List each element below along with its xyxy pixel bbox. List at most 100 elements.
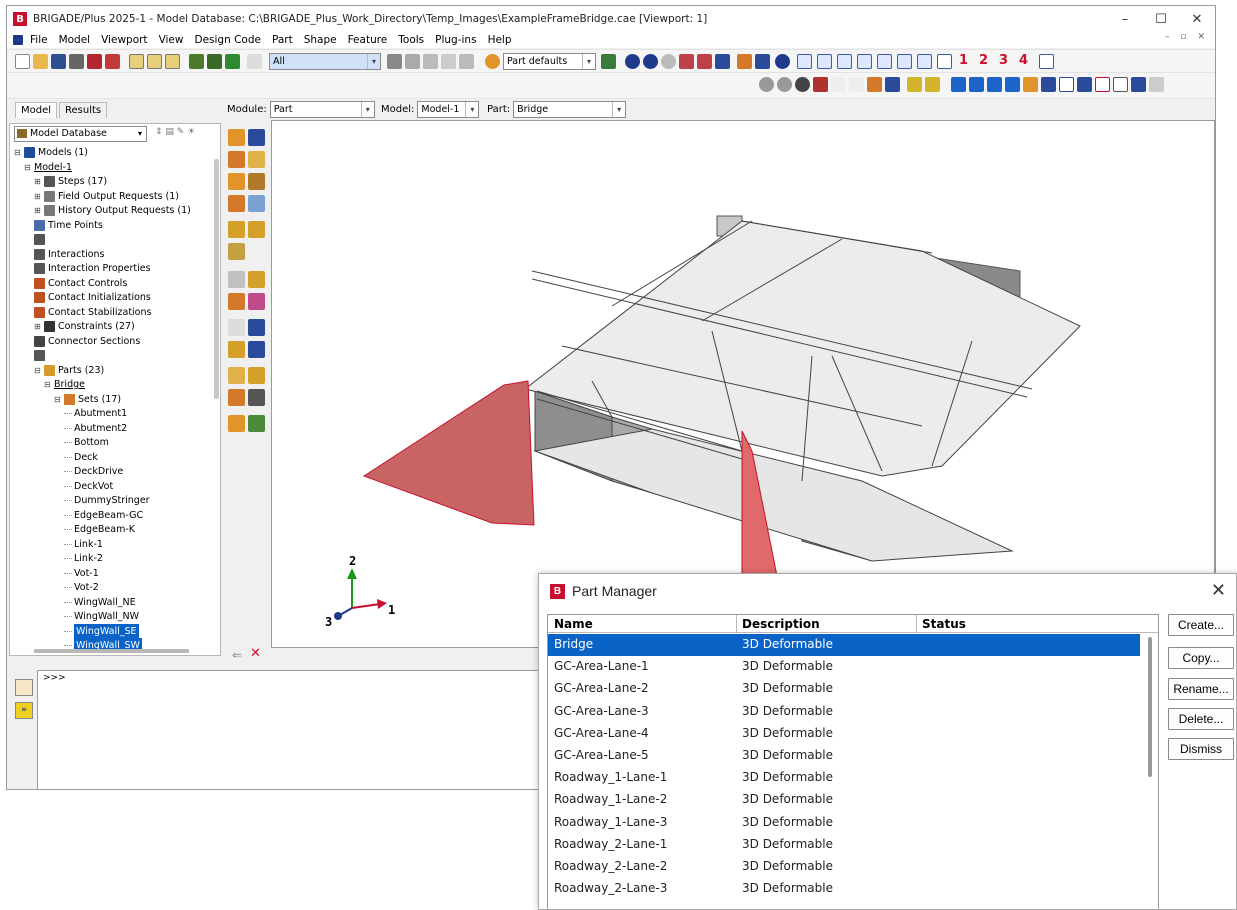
tree-item[interactable]: ⊟ Sets (17) xyxy=(54,392,121,407)
tree-item[interactable]: Link-2 xyxy=(64,551,103,566)
print-icon[interactable] xyxy=(69,54,84,69)
xyz-point-icon[interactable] xyxy=(228,319,245,336)
expand-icon[interactable]: ⊞ xyxy=(34,203,42,218)
render-hidden-icon[interactable] xyxy=(207,54,222,69)
visibility-icon[interactable] xyxy=(759,77,774,92)
table-row[interactable]: Roadway_2-Lane-3 3D Deformable xyxy=(548,878,1140,900)
tree-item[interactable]: Time Points xyxy=(34,218,103,233)
tree-item[interactable] xyxy=(34,348,48,363)
render-style-dropdown[interactable]: Part defaults ▾ xyxy=(503,53,596,70)
point-icon[interactable] xyxy=(228,271,245,288)
view-right-icon[interactable] xyxy=(897,54,912,69)
select-box-icon[interactable] xyxy=(405,54,420,69)
export-icon[interactable] xyxy=(87,54,102,69)
tree-item[interactable]: ⊞ History Output Requests (1) xyxy=(34,203,191,218)
table-row[interactable]: Roadway_1-Lane-2 3D Deformable xyxy=(548,789,1140,811)
tree-item[interactable]: ⊟ Bridge xyxy=(44,377,85,392)
menu-tools[interactable]: Tools xyxy=(398,34,424,46)
datum-3-icon[interactable] xyxy=(228,341,245,358)
tree-item[interactable]: Interactions xyxy=(34,247,105,262)
menu-file[interactable]: File xyxy=(30,34,48,46)
cut-extrude-icon[interactable] xyxy=(248,173,265,190)
tree-item[interactable]: DummyStringer xyxy=(64,493,150,508)
new-file-icon[interactable] xyxy=(15,54,30,69)
tools-icon[interactable] xyxy=(248,389,265,406)
tree-horizontal-scrollbar[interactable] xyxy=(34,649,189,653)
create-button[interactable]: Create... xyxy=(1168,614,1234,636)
datum-4-icon[interactable] xyxy=(248,341,265,358)
view-1-button[interactable]: 1 xyxy=(959,53,968,68)
tree-item[interactable]: ⊞ Constraints (27) xyxy=(34,319,135,334)
col-description-header[interactable]: Description xyxy=(742,617,820,631)
table-row[interactable]: GC-Area-Lane-3 3D Deformable xyxy=(548,701,1140,723)
datum-2-icon[interactable] xyxy=(248,221,265,238)
view-3-button[interactable]: 3 xyxy=(999,53,1008,68)
render-shaded-icon[interactable] xyxy=(225,54,240,69)
table-row[interactable]: GC-Area-Lane-4 3D Deformable xyxy=(548,723,1140,745)
close-window-button[interactable]: ✕ xyxy=(1179,6,1215,32)
edit-feature-icon[interactable] xyxy=(228,367,245,384)
collapse-icon[interactable]: ⊟ xyxy=(24,160,32,175)
tree-item[interactable]: DeckDrive xyxy=(64,464,123,479)
minimize-button[interactable]: – xyxy=(1107,6,1143,32)
table-scrollbar[interactable] xyxy=(1148,637,1152,777)
collapse-icon[interactable]: ⊟ xyxy=(34,363,42,378)
tree-item[interactable]: Abutment2 xyxy=(64,421,127,436)
view-bottom-icon[interactable] xyxy=(857,54,872,69)
partition-icon[interactable] xyxy=(248,195,265,212)
expand-icon[interactable]: ⊞ xyxy=(34,174,42,189)
view-4-button[interactable]: 4 xyxy=(1019,53,1028,68)
table-row[interactable]: Roadway_2-Lane-2 3D Deformable xyxy=(548,856,1140,878)
magnify-icon[interactable] xyxy=(661,54,676,69)
import-icon[interactable] xyxy=(105,54,120,69)
tree-item[interactable]: ⊞ Field Output Requests (1) xyxy=(34,189,179,204)
table-2-icon[interactable] xyxy=(1131,77,1146,92)
box-view-icon[interactable] xyxy=(129,54,144,69)
col-status-header[interactable]: Status xyxy=(922,617,966,631)
solid-extrude-icon[interactable] xyxy=(228,151,245,168)
beam-2-icon[interactable] xyxy=(969,77,984,92)
tree-item[interactable]: ⊟ Model-1 xyxy=(24,160,72,175)
box-view-3-icon[interactable] xyxy=(165,54,180,69)
tree-item[interactable]: DeckVot xyxy=(64,479,113,494)
blend-icon[interactable] xyxy=(228,195,245,212)
pan-icon[interactable] xyxy=(625,54,640,69)
python-console-icon[interactable]: » xyxy=(15,702,33,719)
open-file-icon[interactable] xyxy=(33,54,48,69)
wave-icon[interactable] xyxy=(248,367,265,384)
load-icon[interactable] xyxy=(1023,77,1038,92)
tree-item[interactable]: ⊟ Parts (23) xyxy=(34,363,104,378)
tree-item[interactable]: Interaction Properties xyxy=(34,261,151,276)
tree-item[interactable]: ⊞ Steps (17) xyxy=(34,174,107,189)
cycle-views-icon[interactable] xyxy=(715,54,730,69)
copy-part-icon[interactable] xyxy=(228,415,245,432)
collapse-icon[interactable]: ⊟ xyxy=(54,392,62,407)
close-icon[interactable]: ✕ xyxy=(1211,580,1226,601)
ladder-2-icon[interactable] xyxy=(925,77,940,92)
select-tool-icon[interactable] xyxy=(387,54,402,69)
copy-button[interactable]: Copy... xyxy=(1168,647,1234,669)
redo-icon[interactable] xyxy=(849,77,864,92)
table-row[interactable]: GC-Area-Lane-1 3D Deformable xyxy=(548,656,1140,678)
tree-item[interactable]: Contact Controls xyxy=(34,276,127,291)
render-wireframe-icon[interactable] xyxy=(189,54,204,69)
delete-button[interactable]: Delete... xyxy=(1168,708,1234,730)
module-dropdown[interactable]: Part ▾ xyxy=(269,101,375,118)
table-row[interactable]: Roadway_2-Lane-1 3D Deformable xyxy=(548,834,1140,856)
part-module-icon[interactable] xyxy=(737,54,752,69)
more-icon[interactable] xyxy=(1149,77,1164,92)
pointer-icon[interactable] xyxy=(1113,77,1128,92)
tree-item[interactable]: Link-1 xyxy=(64,537,103,552)
selection-filter-dropdown[interactable]: All ▾ xyxy=(269,53,381,70)
csys-icon[interactable] xyxy=(248,293,265,310)
tree-item[interactable] xyxy=(34,232,48,247)
sketch-icon[interactable] xyxy=(228,243,245,260)
info-icon[interactable] xyxy=(775,54,790,69)
view-front-icon[interactable] xyxy=(797,54,812,69)
part-manager-icon[interactable] xyxy=(248,129,265,146)
view-back-icon[interactable] xyxy=(817,54,832,69)
rename-button[interactable]: Rename... xyxy=(1168,678,1234,700)
tree-item[interactable]: Abutment1 xyxy=(64,406,127,421)
datum-icon[interactable] xyxy=(228,221,245,238)
text-icon[interactable] xyxy=(1095,77,1110,92)
